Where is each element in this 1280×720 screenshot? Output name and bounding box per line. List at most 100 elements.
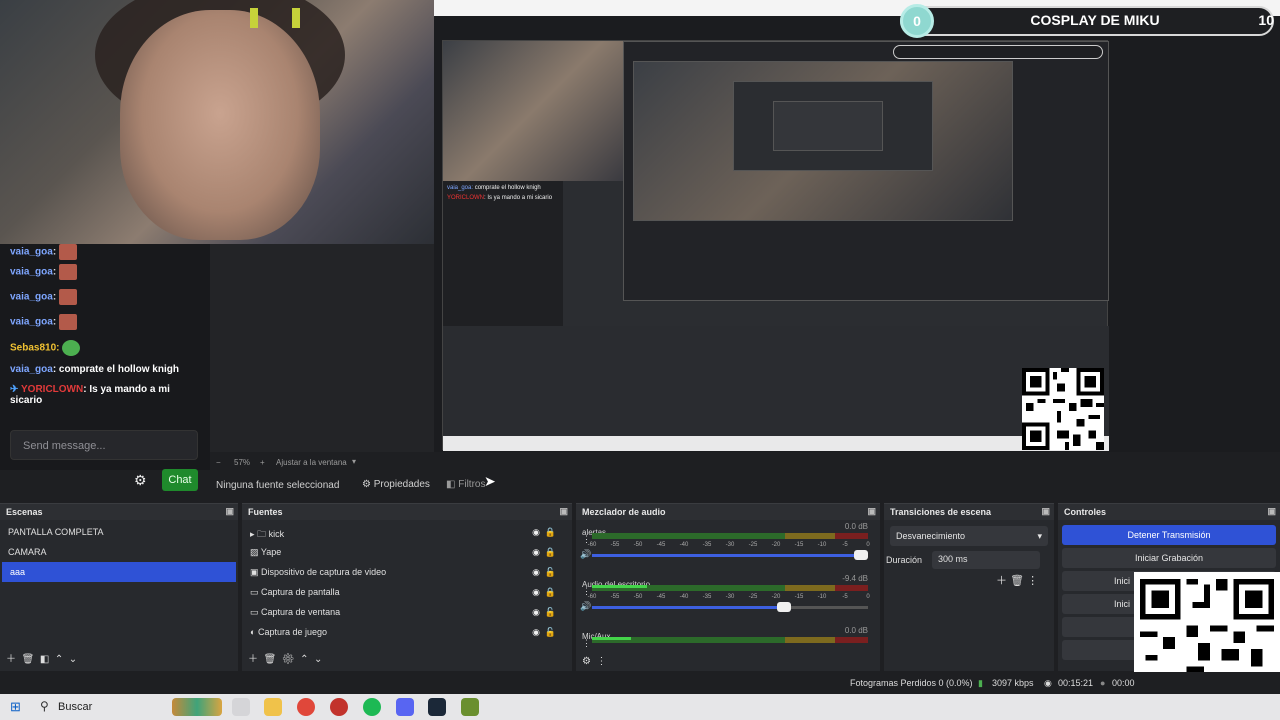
settings-gear-icon[interactable]: ⚙: [134, 472, 147, 489]
meter-tick-label: -15: [794, 542, 804, 548]
properties-button[interactable]: ⚙ Propiedades: [362, 479, 430, 490]
lock-icon[interactable]: 🔓: [545, 627, 556, 638]
meter-tick-label: -5: [842, 542, 848, 548]
goal-title: COSPLAY DE MIKU: [1030, 12, 1160, 28]
eye-icon[interactable]: ◉: [532, 627, 540, 638]
dock-menu-icon[interactable]: ▣: [559, 506, 568, 517]
send-message-input[interactable]: Send message...: [10, 430, 198, 460]
speaker-icon[interactable]: 🔊: [580, 601, 591, 612]
qr-code-small: [1022, 368, 1104, 450]
sources-footer: ＋ 🗑 ⚙ ⌃ ⌄: [248, 650, 322, 665]
dock-menu-icon[interactable]: ▣: [1267, 506, 1276, 517]
meter-tick-label: -50: [633, 594, 643, 600]
add-icon[interactable]: ＋: [996, 575, 1007, 587]
chevron-right-icon: ▸: [250, 529, 255, 539]
chrome-icon[interactable]: [297, 698, 315, 716]
discord-icon[interactable]: [396, 698, 414, 716]
meter-tick-label: -5: [842, 594, 848, 600]
task-view-icon[interactable]: [232, 698, 250, 716]
gear-icon[interactable]: ⚙: [282, 654, 295, 665]
emote-icon: [59, 314, 78, 330]
app-red-icon[interactable]: [330, 698, 348, 716]
lock-icon[interactable]: 🔓: [545, 607, 556, 618]
eye-icon[interactable]: ◉: [532, 547, 540, 558]
lock-icon[interactable]: 🔒: [545, 547, 556, 558]
transition-select[interactable]: Desvanecimiento ▾: [890, 526, 1048, 546]
lock-icon[interactable]: 🔒: [545, 527, 556, 538]
meter-tick-label: -20: [771, 594, 781, 600]
start-record-button[interactable]: Iniciar Grabación: [1062, 548, 1276, 568]
mixer-channel: Audio del escritorio -9.4 dB ⋮ -60-55-50…: [580, 574, 870, 612]
scene-item[interactable]: PANTALLA COMPLETA: [0, 522, 238, 542]
gear-icon[interactable]: ⚙: [582, 656, 591, 667]
taskbar-search[interactable]: Buscar: [58, 701, 92, 713]
emote-icon: [59, 289, 78, 305]
source-item[interactable]: ▸ 🗀 kick ◉ 🔒: [242, 522, 572, 542]
eye-icon[interactable]: ◉: [532, 607, 540, 618]
trash-icon[interactable]: 🗑: [22, 654, 35, 665]
scene-item-selected[interactable]: aaa: [2, 562, 236, 582]
scene-item[interactable]: CAMARA: [0, 542, 238, 562]
down-arrow-icon[interactable]: ⌄: [69, 654, 77, 665]
chat-message: vaia_goa: comprate el hollow knigh: [10, 364, 179, 375]
meter-tick-label: -40: [679, 594, 689, 600]
meter-tick-label: -40: [679, 542, 689, 548]
eye-icon[interactable]: ◉: [532, 527, 540, 538]
eye-icon[interactable]: ◉: [532, 567, 540, 578]
volume-slider[interactable]: [592, 602, 868, 612]
chevron-down-icon[interactable]: ▾: [352, 457, 356, 466]
source-item[interactable]: ▨ Yape ◉ 🔒: [242, 542, 572, 562]
volume-meter: [592, 533, 868, 539]
emote-icon: [59, 244, 78, 260]
file-explorer-icon[interactable]: [264, 698, 282, 716]
duration-row: Duración 300 ms: [884, 549, 1054, 569]
search-icon[interactable]: ⚲: [40, 699, 49, 713]
transitions-dock: Transiciones de escena ▣ Desvanecimiento ▾…: [884, 503, 1054, 671]
zoom-level: 57%: [234, 458, 251, 467]
eye-icon[interactable]: ◉: [532, 587, 540, 598]
source-item[interactable]: ▭ Captura de ventana ◉ 🔓: [242, 602, 572, 622]
trash-icon[interactable]: 🗑: [264, 654, 277, 665]
dock-menu-icon[interactable]: ▣: [1041, 506, 1050, 517]
up-arrow-icon[interactable]: ⌃: [300, 654, 308, 665]
filters-button[interactable]: ◧ Filtros: [446, 479, 485, 490]
dock-menu-icon[interactable]: ▣: [867, 506, 876, 517]
meter-tick-label: -35: [702, 594, 712, 600]
chat-message: vaia_goa:: [10, 244, 78, 260]
obs-preview-canvas[interactable]: vaia_goa: comprate el hollow knigh YORIC…: [434, 0, 1280, 452]
source-item[interactable]: ▭ Captura de pantalla ◉ 🔒: [242, 582, 572, 602]
spotify-icon[interactable]: [363, 698, 381, 716]
zoom-out-icon[interactable]: −: [216, 458, 221, 467]
chat-send-button[interactable]: Chat: [162, 469, 198, 491]
app-green-icon[interactable]: [461, 698, 479, 716]
stop-stream-button[interactable]: Detener Transmisión: [1062, 525, 1276, 545]
kebab-menu-icon[interactable]: ⋮: [1027, 575, 1038, 587]
speaker-icon[interactable]: 🔊: [580, 549, 591, 560]
meter-tick-label: -10: [817, 542, 827, 548]
zoom-in-icon[interactable]: +: [260, 458, 265, 467]
add-icon[interactable]: ＋: [6, 654, 16, 665]
kebab-menu-icon[interactable]: ⋮: [582, 638, 591, 649]
search-highlight-icon[interactable]: [172, 698, 222, 716]
trash-icon[interactable]: 🗑: [1010, 575, 1024, 587]
scenes-dock: Escenas ▣ PANTALLA COMPLETA CAMARA aaa ＋ …: [0, 503, 238, 671]
down-arrow-icon[interactable]: ⌄: [314, 654, 322, 665]
meter-tick-label: -60: [587, 542, 597, 548]
volume-slider[interactable]: [592, 550, 868, 560]
source-item[interactable]: ▣ Dispositivo de captura de video ◉ 🔓: [242, 562, 572, 582]
dock-menu-icon[interactable]: ▣: [225, 506, 234, 517]
filter-icon[interactable]: ◧: [40, 654, 49, 665]
scenes-footer: ＋ 🗑 ◧ ⌃ ⌄: [6, 650, 77, 665]
source-item[interactable]: ◐ Captura de juego ◉ 🔓: [242, 622, 572, 642]
meter-tick-label: -45: [656, 542, 666, 548]
duration-input[interactable]: 300 ms: [932, 551, 1040, 569]
kebab-menu-icon[interactable]: ⋮: [597, 656, 607, 667]
add-icon[interactable]: ＋: [248, 654, 258, 665]
up-arrow-icon[interactable]: ⌃: [55, 654, 63, 665]
meter-tick-label: -25: [748, 594, 758, 600]
windows-start-icon[interactable]: ⊞: [10, 699, 21, 715]
lock-icon[interactable]: 🔓: [545, 567, 556, 578]
zoom-fit-select[interactable]: Ajustar a la ventana: [276, 458, 347, 467]
steam-icon[interactable]: [428, 698, 446, 716]
lock-icon[interactable]: 🔒: [545, 587, 556, 598]
